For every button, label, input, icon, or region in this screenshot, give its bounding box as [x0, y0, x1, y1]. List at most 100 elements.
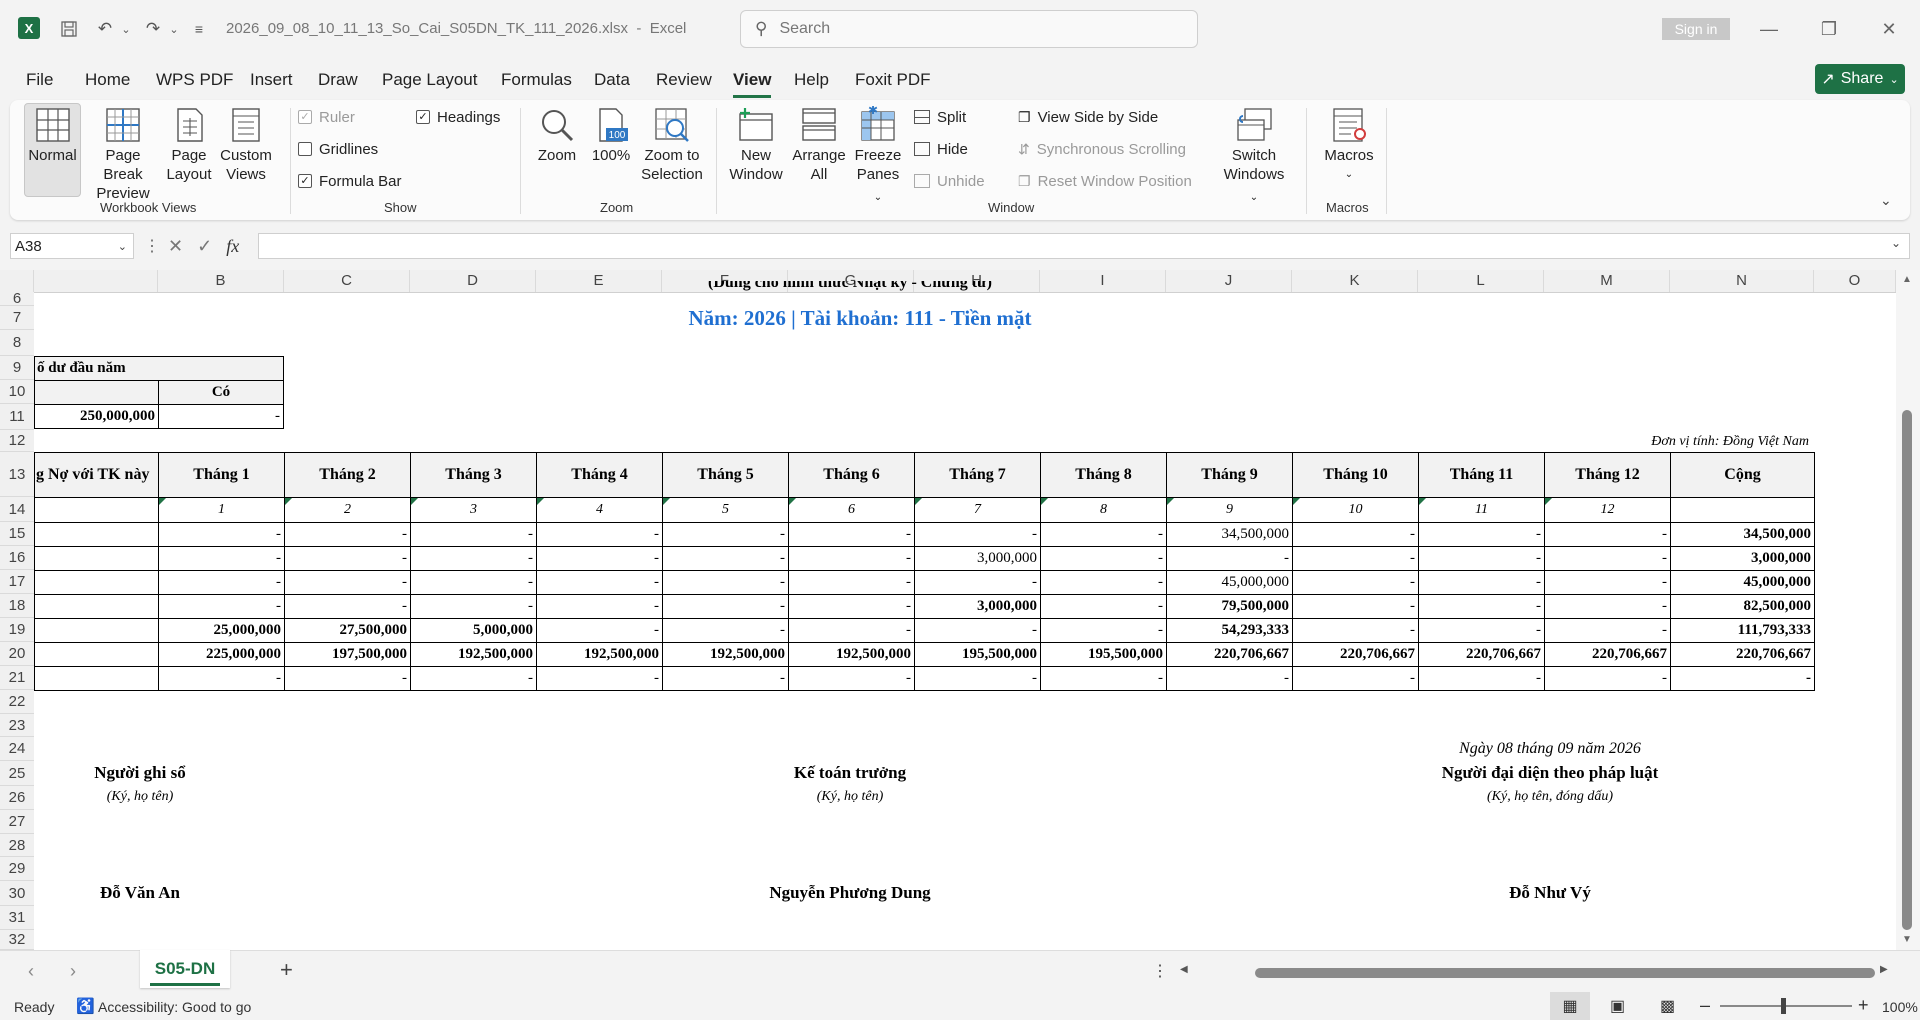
ruler-checkbox[interactable]: ✓ Ruler — [298, 107, 355, 127]
customize-toolbar-icon[interactable]: ≡ — [188, 18, 210, 40]
tab-file[interactable]: File — [26, 70, 53, 92]
row-header[interactable]: 31 — [0, 906, 34, 930]
tab-foxit-pdf[interactable]: Foxit PDF — [855, 70, 931, 92]
tab-wps-pdf[interactable]: WPS PDF — [156, 70, 233, 92]
row-header[interactable]: 9 — [0, 356, 34, 380]
tab-review[interactable]: Review — [656, 70, 712, 92]
row-header[interactable]: 7 — [0, 306, 34, 330]
row-header[interactable]: 14 — [0, 497, 34, 522]
row-header[interactable]: 27 — [0, 810, 34, 834]
column-header[interactable]: L — [1418, 270, 1544, 292]
tab-draw[interactable]: Draw — [318, 70, 358, 92]
reset-window-position-button[interactable]: ❐ Reset Window Position — [1018, 171, 1192, 191]
next-sheet-icon[interactable]: › — [70, 961, 76, 982]
formula-bar-checkbox[interactable]: ✓ Formula Bar — [298, 171, 402, 191]
save-icon[interactable] — [58, 18, 80, 40]
split-button[interactable]: Split — [914, 107, 966, 127]
tab-data[interactable]: Data — [594, 70, 630, 92]
row-header[interactable]: 10 — [0, 380, 34, 404]
arrange-all-button[interactable]: Arrange All — [790, 106, 848, 184]
vertical-scroll-thumb[interactable] — [1902, 410, 1912, 930]
row-header[interactable]: 20 — [0, 642, 34, 666]
column-header[interactable]: K — [1292, 270, 1418, 292]
undo-icon[interactable]: ↶ — [94, 18, 116, 40]
tab-home[interactable]: Home — [85, 70, 130, 92]
zoom-in-icon[interactable]: + — [1858, 995, 1869, 1016]
gridlines-checkbox[interactable]: Gridlines — [298, 139, 378, 159]
column-header[interactable]: B — [158, 270, 284, 292]
minimize-icon[interactable]: — — [1754, 16, 1784, 42]
undo-dropdown-icon[interactable]: ⌄ — [115, 18, 137, 40]
headings-checkbox[interactable]: ✓ Headings — [416, 107, 500, 127]
row-header[interactable]: 30 — [0, 881, 34, 906]
tab-insert[interactable]: Insert — [250, 70, 293, 92]
row-header[interactable]: 28 — [0, 834, 34, 857]
sign-in-button[interactable]: Sign in — [1662, 18, 1730, 40]
hide-window-button[interactable]: Hide — [914, 139, 968, 159]
column-header-a[interactable] — [34, 270, 158, 292]
formula-input[interactable]: ⌄ — [258, 233, 1910, 259]
page-break-status-icon[interactable]: ▩ — [1660, 996, 1675, 1016]
tab-page-layout[interactable]: Page Layout — [382, 70, 477, 92]
zoom-100-button[interactable]: 100 100% — [588, 106, 634, 165]
collapse-ribbon-icon[interactable]: ⌄ — [1880, 192, 1892, 209]
row-header[interactable]: 21 — [0, 666, 34, 690]
row-header[interactable]: 18 — [0, 594, 34, 618]
row-header[interactable]: 8 — [0, 330, 34, 356]
previous-sheet-icon[interactable]: ‹ — [28, 961, 34, 982]
redo-dropdown-icon[interactable]: ⌄ — [163, 18, 185, 40]
share-button[interactable]: ↗ Share ⌄ — [1815, 64, 1905, 94]
accessibility-icon[interactable]: ♿ — [76, 997, 95, 1015]
select-all-corner[interactable] — [0, 270, 34, 292]
row-header[interactable]: 15 — [0, 522, 34, 546]
column-header[interactable]: D — [410, 270, 536, 292]
row-header[interactable]: 29 — [0, 857, 34, 881]
view-side-by-side-button[interactable]: ❐ View Side by Side — [1018, 107, 1158, 127]
row-header[interactable]: 17 — [0, 570, 34, 594]
close-icon[interactable]: ✕ — [1874, 16, 1904, 42]
restore-icon[interactable]: ❐ — [1814, 16, 1844, 42]
insert-function-icon[interactable]: fx — [226, 236, 239, 257]
switch-windows-button[interactable]: Switch Windows ⌄ — [1218, 106, 1290, 207]
synchronous-scrolling-button[interactable]: ⇵ Synchronous Scrolling — [1018, 139, 1186, 159]
row-header[interactable]: 12 — [0, 430, 34, 452]
row-header[interactable]: 32 — [0, 930, 34, 950]
row-header[interactable]: 24 — [0, 737, 34, 761]
zoom-slider-thumb[interactable] — [1781, 998, 1786, 1014]
normal-view-button[interactable]: Normal — [24, 106, 81, 165]
scroll-down-icon[interactable]: ▼ — [1902, 934, 1912, 945]
expand-formula-bar-icon[interactable]: ⌄ — [1891, 236, 1901, 250]
column-header[interactable]: M — [1544, 270, 1670, 292]
cancel-entry-icon[interactable]: ✕ — [168, 236, 183, 257]
more-sheet-options-icon[interactable]: ⋮ — [1152, 961, 1168, 981]
row-header[interactable]: 11 — [0, 404, 34, 430]
redo-icon[interactable]: ↷ — [142, 18, 164, 40]
scroll-left-icon[interactable]: ◀ — [1180, 964, 1188, 975]
zoom-slider[interactable] — [1720, 1005, 1852, 1007]
row-header[interactable]: 6 — [0, 291, 34, 306]
page-break-preview-button[interactable]: Page Break Preview — [84, 106, 162, 203]
new-window-button[interactable]: New Window — [726, 106, 786, 184]
horizontal-scroll-thumb[interactable] — [1255, 968, 1875, 978]
row-header[interactable]: 16 — [0, 546, 34, 570]
normal-view-status-icon[interactable]: ▦ — [1550, 992, 1590, 1020]
row-header[interactable]: 23 — [0, 714, 34, 737]
name-box[interactable]: A38 ⌄ — [10, 233, 134, 259]
column-header[interactable]: J — [1166, 270, 1292, 292]
tab-formulas[interactable]: Formulas — [501, 70, 572, 92]
search-box[interactable]: ⚲ Search — [740, 10, 1198, 48]
chevron-down-icon[interactable]: ⌄ — [118, 240, 127, 253]
freeze-panes-button[interactable]: ✱ Freeze Panes ⌄ — [852, 103, 904, 207]
add-sheet-icon[interactable]: + — [280, 957, 293, 983]
row-header[interactable]: 25 — [0, 761, 34, 786]
row-header[interactable]: 13 — [0, 452, 34, 497]
zoom-to-selection-button[interactable]: Zoom to Selection — [638, 106, 706, 184]
more-options-icon[interactable]: ⋮ — [144, 236, 160, 256]
custom-views-button[interactable]: Custom Views — [217, 106, 275, 184]
macros-button[interactable]: Macros ⌄ — [1318, 106, 1380, 184]
zoom-out-icon[interactable]: – — [1700, 995, 1710, 1016]
page-layout-status-icon[interactable]: ▣ — [1610, 996, 1625, 1016]
unhide-window-button[interactable]: Unhide — [914, 171, 985, 191]
column-header[interactable]: C — [284, 270, 410, 292]
row-header[interactable]: 22 — [0, 690, 34, 714]
